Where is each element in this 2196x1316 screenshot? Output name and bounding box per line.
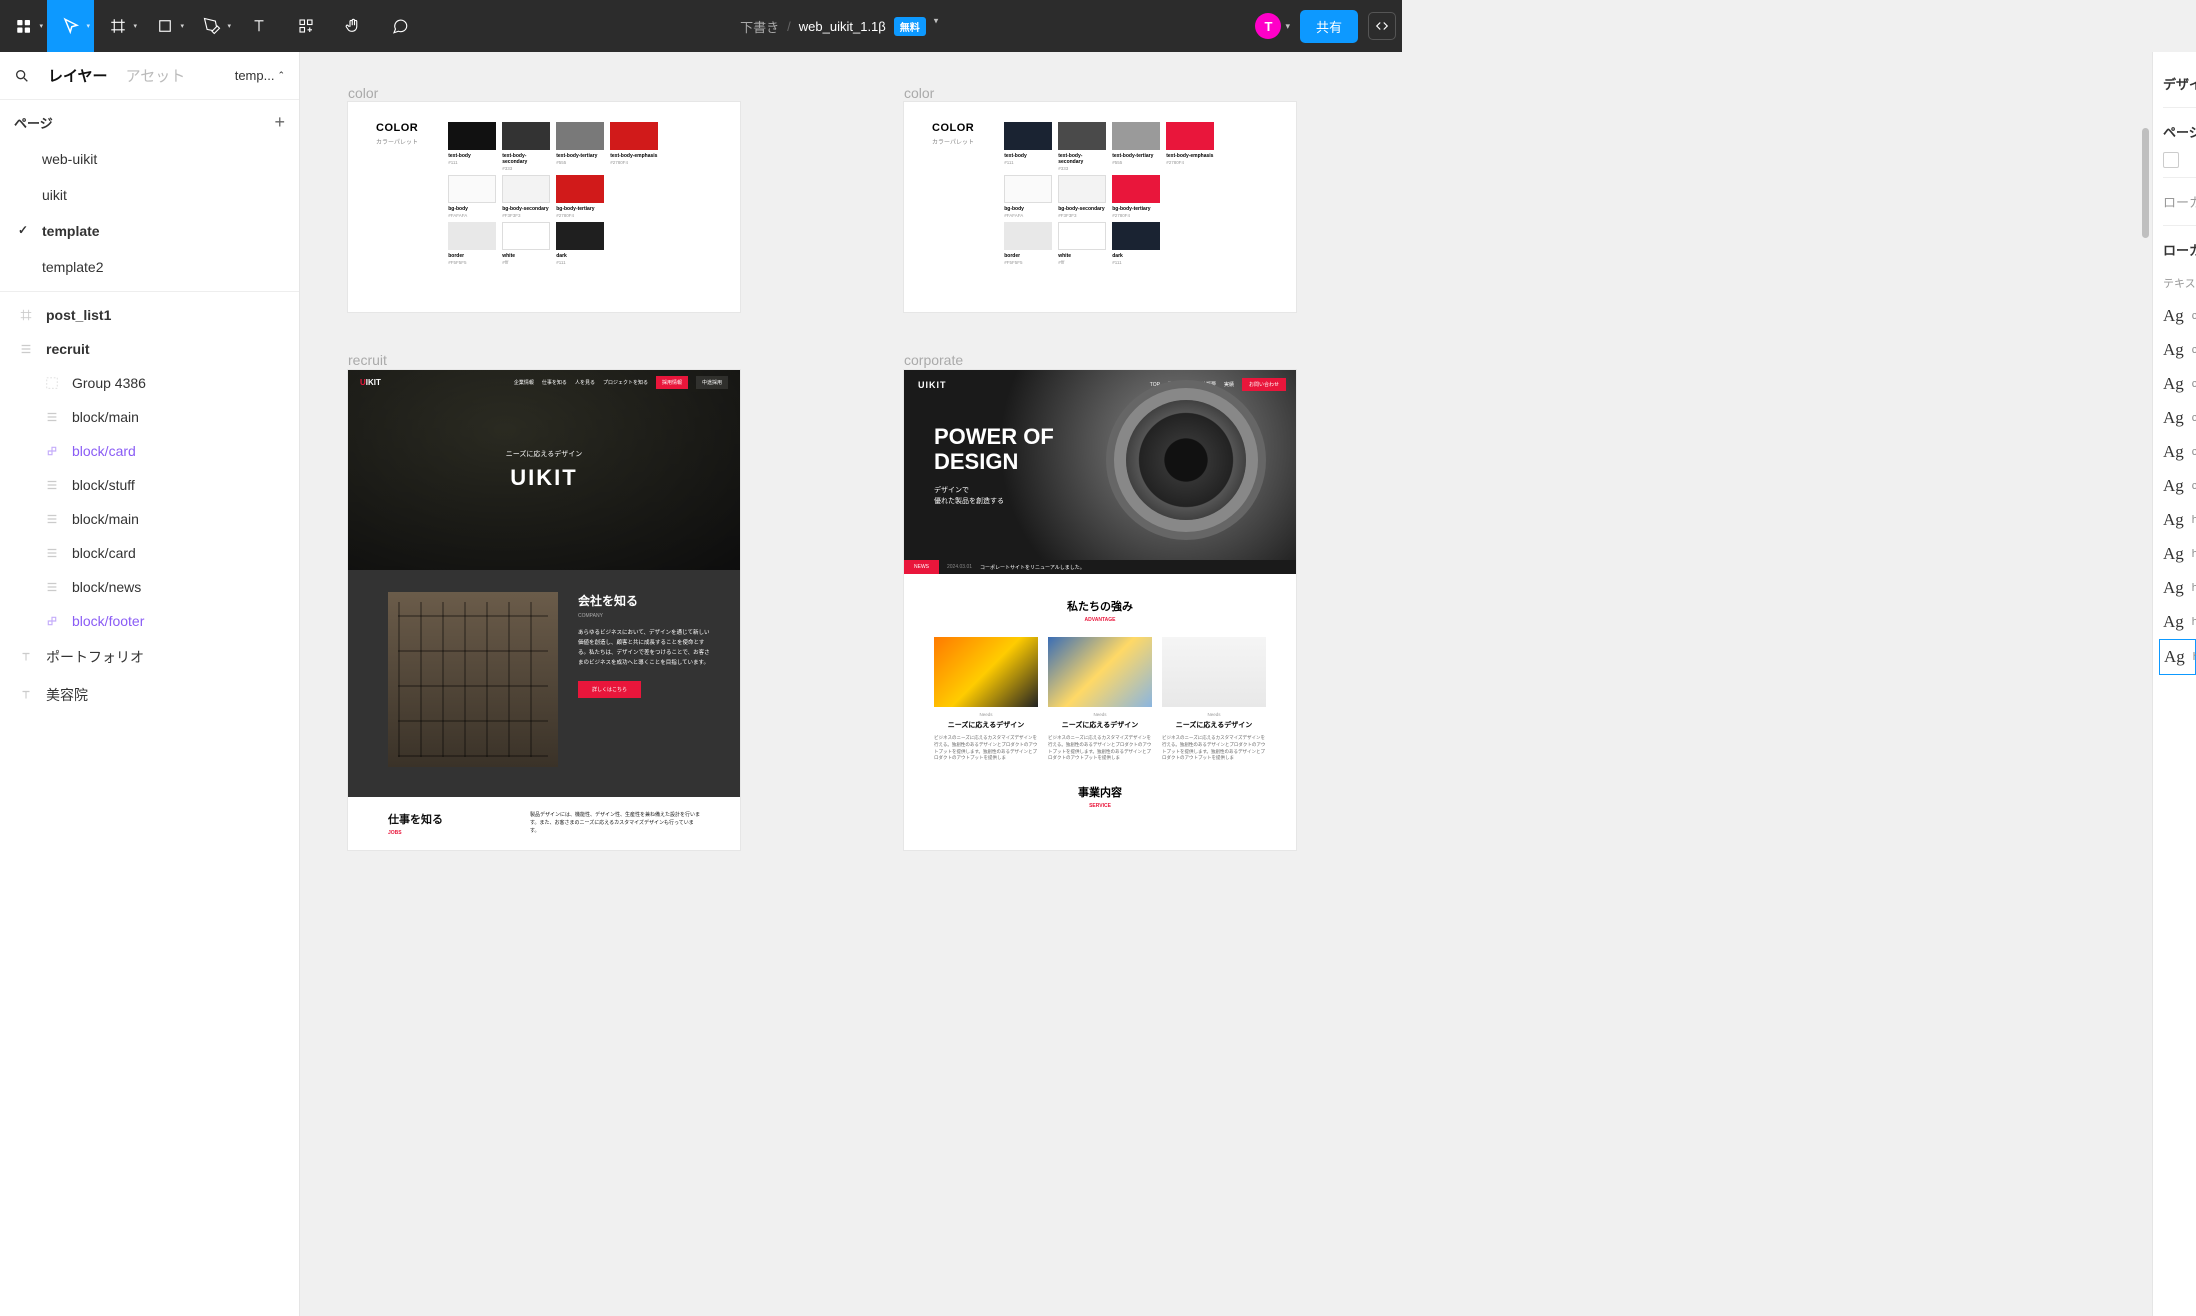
text-style-item[interactable]: Agc <box>2163 469 2196 503</box>
text-icon <box>18 687 34 703</box>
frame-label[interactable]: color <box>904 85 934 101</box>
move-tool[interactable]: ▾ <box>47 0 94 52</box>
chevron-down-icon: ▾ <box>133 22 137 30</box>
layer-item[interactable]: block/footer <box>0 604 299 638</box>
layer-item[interactable]: recruit <box>0 332 299 366</box>
text-tool[interactable] <box>235 0 282 52</box>
group-icon <box>44 375 60 391</box>
frame-lines-icon <box>44 477 60 493</box>
layer-item[interactable]: block/stuff <box>0 468 299 502</box>
frame-label[interactable]: color <box>348 85 378 101</box>
text-style-item[interactable]: Agc <box>2163 367 2196 401</box>
frame-color1[interactable]: COLOR カラーパレット text-body#111text-body-sec… <box>348 102 740 312</box>
toolbar: ▾ ▾ ▾ ▾ ▾ 下書き / web_uikit_1.1β 無料 ▾ T ▾ <box>0 0 1402 52</box>
frame-tool[interactable]: ▾ <box>94 0 141 52</box>
add-page-button[interactable]: + <box>274 112 285 133</box>
frame-lines-icon <box>44 409 60 425</box>
text-style-item[interactable]: Agh <box>2163 571 2196 605</box>
hand-tool[interactable] <box>329 0 376 52</box>
layer-item[interactable]: block/card <box>0 536 299 570</box>
text-style-item[interactable]: Agc <box>2163 435 2196 469</box>
text-styles-header: テキス <box>2163 267 2196 299</box>
frame-corporate[interactable]: UIKIT TOP事業内容会社概要実績お問い合わせ POWER OFDESIGN… <box>904 370 1296 850</box>
tab-design[interactable]: デザイ <box>2163 66 2196 101</box>
text-style-item[interactable]: Agh <box>2163 503 2196 537</box>
chevron-up-icon: ⌃ <box>277 70 285 81</box>
chevron-down-icon: ▾ <box>180 22 184 30</box>
file-name[interactable]: web_uikit_1.1β <box>799 19 886 34</box>
tab-layers[interactable]: レイヤー <box>48 65 108 86</box>
layer-item[interactable]: block/main <box>0 400 299 434</box>
logo: UIKIT <box>360 378 381 387</box>
left-panel: レイヤー アセット temp... ⌃ ページ + web-uikituikit… <box>0 52 300 1316</box>
frame-lines-icon <box>44 545 60 561</box>
chevron-down-icon: ▾ <box>227 22 231 30</box>
chevron-down-icon: ▾ <box>86 22 90 30</box>
bg-swatch[interactable] <box>2163 152 2179 168</box>
layer-item[interactable]: ポートフォリオ <box>0 638 299 676</box>
comment-tool[interactable] <box>376 0 423 52</box>
chevron-down-icon[interactable]: ▾ <box>934 15 939 26</box>
canvas[interactable]: color COLOR カラーパレット text-body#111text-bo… <box>300 52 2152 1316</box>
text-style-item[interactable]: Agh <box>2163 605 2196 639</box>
page-item[interactable]: web-uikit <box>0 141 299 177</box>
page-item[interactable]: template <box>0 213 299 249</box>
frame-recruit[interactable]: UIKIT 企業情報仕事を知る人を見るプロジェクトを知る採用情報中途採用 ニーズ… <box>348 370 740 850</box>
frame-lines-icon <box>44 579 60 595</box>
frame-label[interactable]: recruit <box>348 352 387 368</box>
frame-lines-icon <box>44 511 60 527</box>
page-item[interactable]: template2 <box>0 249 299 285</box>
devmode-button[interactable] <box>1368 12 1396 40</box>
section-page: ページ <box>2163 114 2196 149</box>
layer-item[interactable]: 美容院 <box>0 676 299 714</box>
frame-color2[interactable]: COLOR カラーパレット text-body#111text-body-sec… <box>904 102 1296 312</box>
menu-button[interactable]: ▾ <box>0 0 47 52</box>
layer-item[interactable]: block/card <box>0 434 299 468</box>
tab-assets[interactable]: アセット <box>126 65 186 86</box>
text-icon <box>18 649 34 665</box>
chevron-down-icon: ▾ <box>1285 21 1290 32</box>
component-icon <box>44 443 60 459</box>
shape-tool[interactable]: ▾ <box>141 0 188 52</box>
frame-label[interactable]: corporate <box>904 352 963 368</box>
breadcrumb-folder[interactable]: 下書き <box>740 17 779 36</box>
scrollbar[interactable] <box>2142 128 2149 238</box>
layer-item[interactable]: Group 4386 <box>0 366 299 400</box>
company-image <box>388 592 558 767</box>
resources-tool[interactable] <box>282 0 329 52</box>
avatar: T <box>1255 13 1281 39</box>
frame-lines-icon <box>18 341 34 357</box>
frame-icon <box>18 307 34 323</box>
section-local-vars: ローカ <box>2163 184 2196 219</box>
layer-item[interactable]: block/main <box>0 502 299 536</box>
search-icon[interactable] <box>14 68 30 84</box>
layer-item[interactable]: block/news <box>0 570 299 604</box>
avatar-menu[interactable]: T ▾ <box>1255 13 1290 39</box>
pages-header: ページ <box>14 113 53 132</box>
section-local-styles: ローカ <box>2163 232 2196 267</box>
text-style-item[interactable]: Agc <box>2163 333 2196 367</box>
text-style-item[interactable]: Agh <box>2159 639 2196 675</box>
page-picker[interactable]: temp... ⌃ <box>235 68 285 83</box>
text-style-item[interactable]: Agc <box>2163 401 2196 435</box>
layer-item[interactable]: post_list1 <box>0 298 299 332</box>
page-item[interactable]: uikit <box>0 177 299 213</box>
text-style-item[interactable]: Agh <box>2163 537 2196 571</box>
breadcrumb: 下書き / web_uikit_1.1β 無料 ▾ <box>423 17 1255 36</box>
text-style-item[interactable]: Agc <box>2163 299 2196 333</box>
pen-tool[interactable]: ▾ <box>188 0 235 52</box>
chevron-down-icon: ▾ <box>39 22 43 30</box>
component-icon <box>44 613 60 629</box>
right-panel: デザイ ページ ローカ ローカ テキス AgcAgcAgcAgcAgcAgcAg… <box>2152 52 2196 1316</box>
camera-image <box>1126 400 1246 520</box>
share-button[interactable]: 共有 <box>1300 10 1358 43</box>
free-badge: 無料 <box>894 17 926 36</box>
